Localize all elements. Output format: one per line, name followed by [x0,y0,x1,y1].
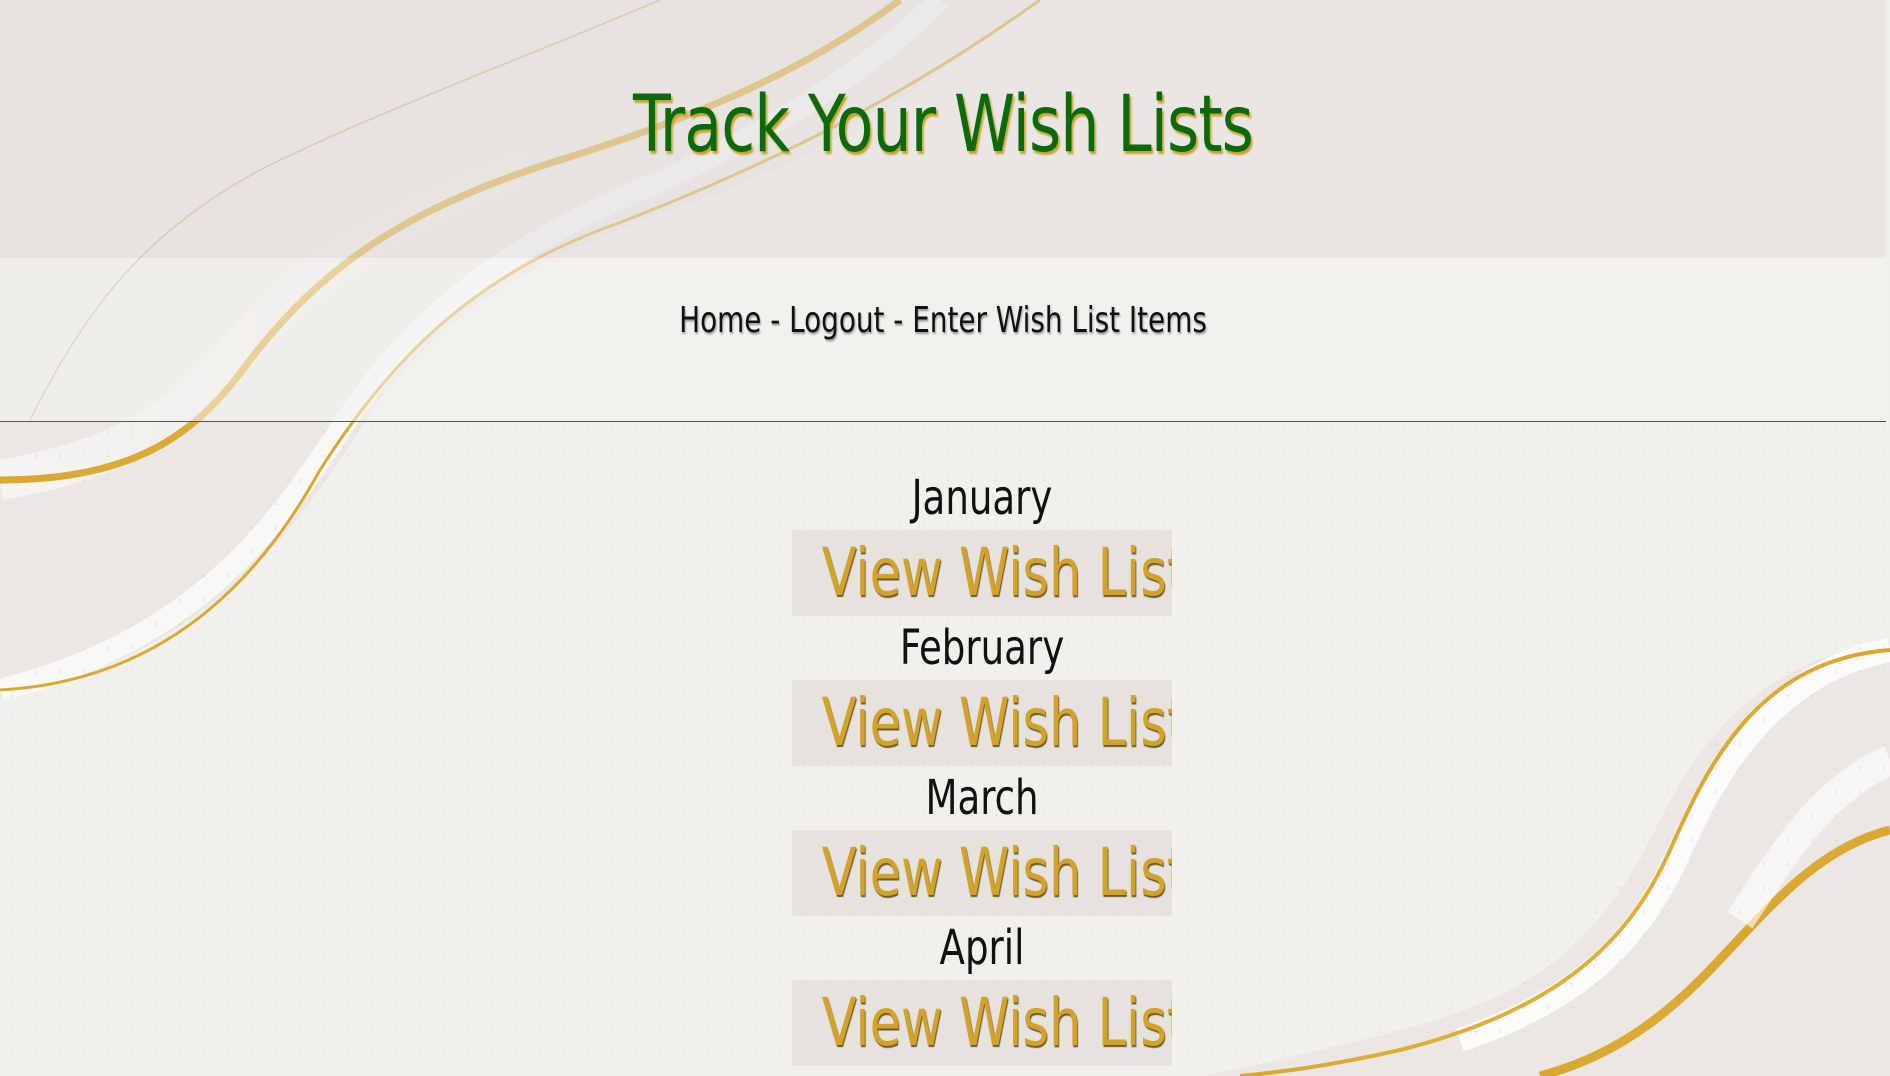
month-list: January View Wish List February View Wis… [792,466,1172,1066]
month-january: January View Wish List [792,466,1172,616]
view-wish-list-february-link[interactable]: View Wish List [792,680,1172,766]
nav-separator: - [884,300,913,341]
nav-enter-items-link[interactable]: Enter Wish List Items [912,300,1207,341]
view-wish-list-march-link[interactable]: View Wish List [792,830,1172,916]
month-march: March View Wish List [792,766,1172,916]
month-name: February [899,620,1065,676]
view-wish-list-label: View Wish List [821,834,1172,911]
month-name: January [911,470,1053,526]
nav-separator: - [761,300,790,341]
view-wish-list-label: View Wish List [821,684,1172,761]
month-april: April View Wish List [792,916,1172,1066]
nav-home-link[interactable]: Home [679,300,761,341]
main-nav: Home - Logout - Enter Wish List Items [132,300,1754,341]
page-title: Track Your Wish Lists [633,80,1254,170]
view-wish-list-label: View Wish List [821,984,1172,1061]
view-wish-list-april-link[interactable]: View Wish List [792,980,1172,1066]
view-wish-list-january-link[interactable]: View Wish List [792,530,1172,616]
month-name: April [939,920,1025,976]
month-february: February View Wish List [792,616,1172,766]
nav-logout-link[interactable]: Logout [789,300,884,341]
month-name: March [925,770,1039,826]
view-wish-list-label: View Wish List [821,534,1172,611]
